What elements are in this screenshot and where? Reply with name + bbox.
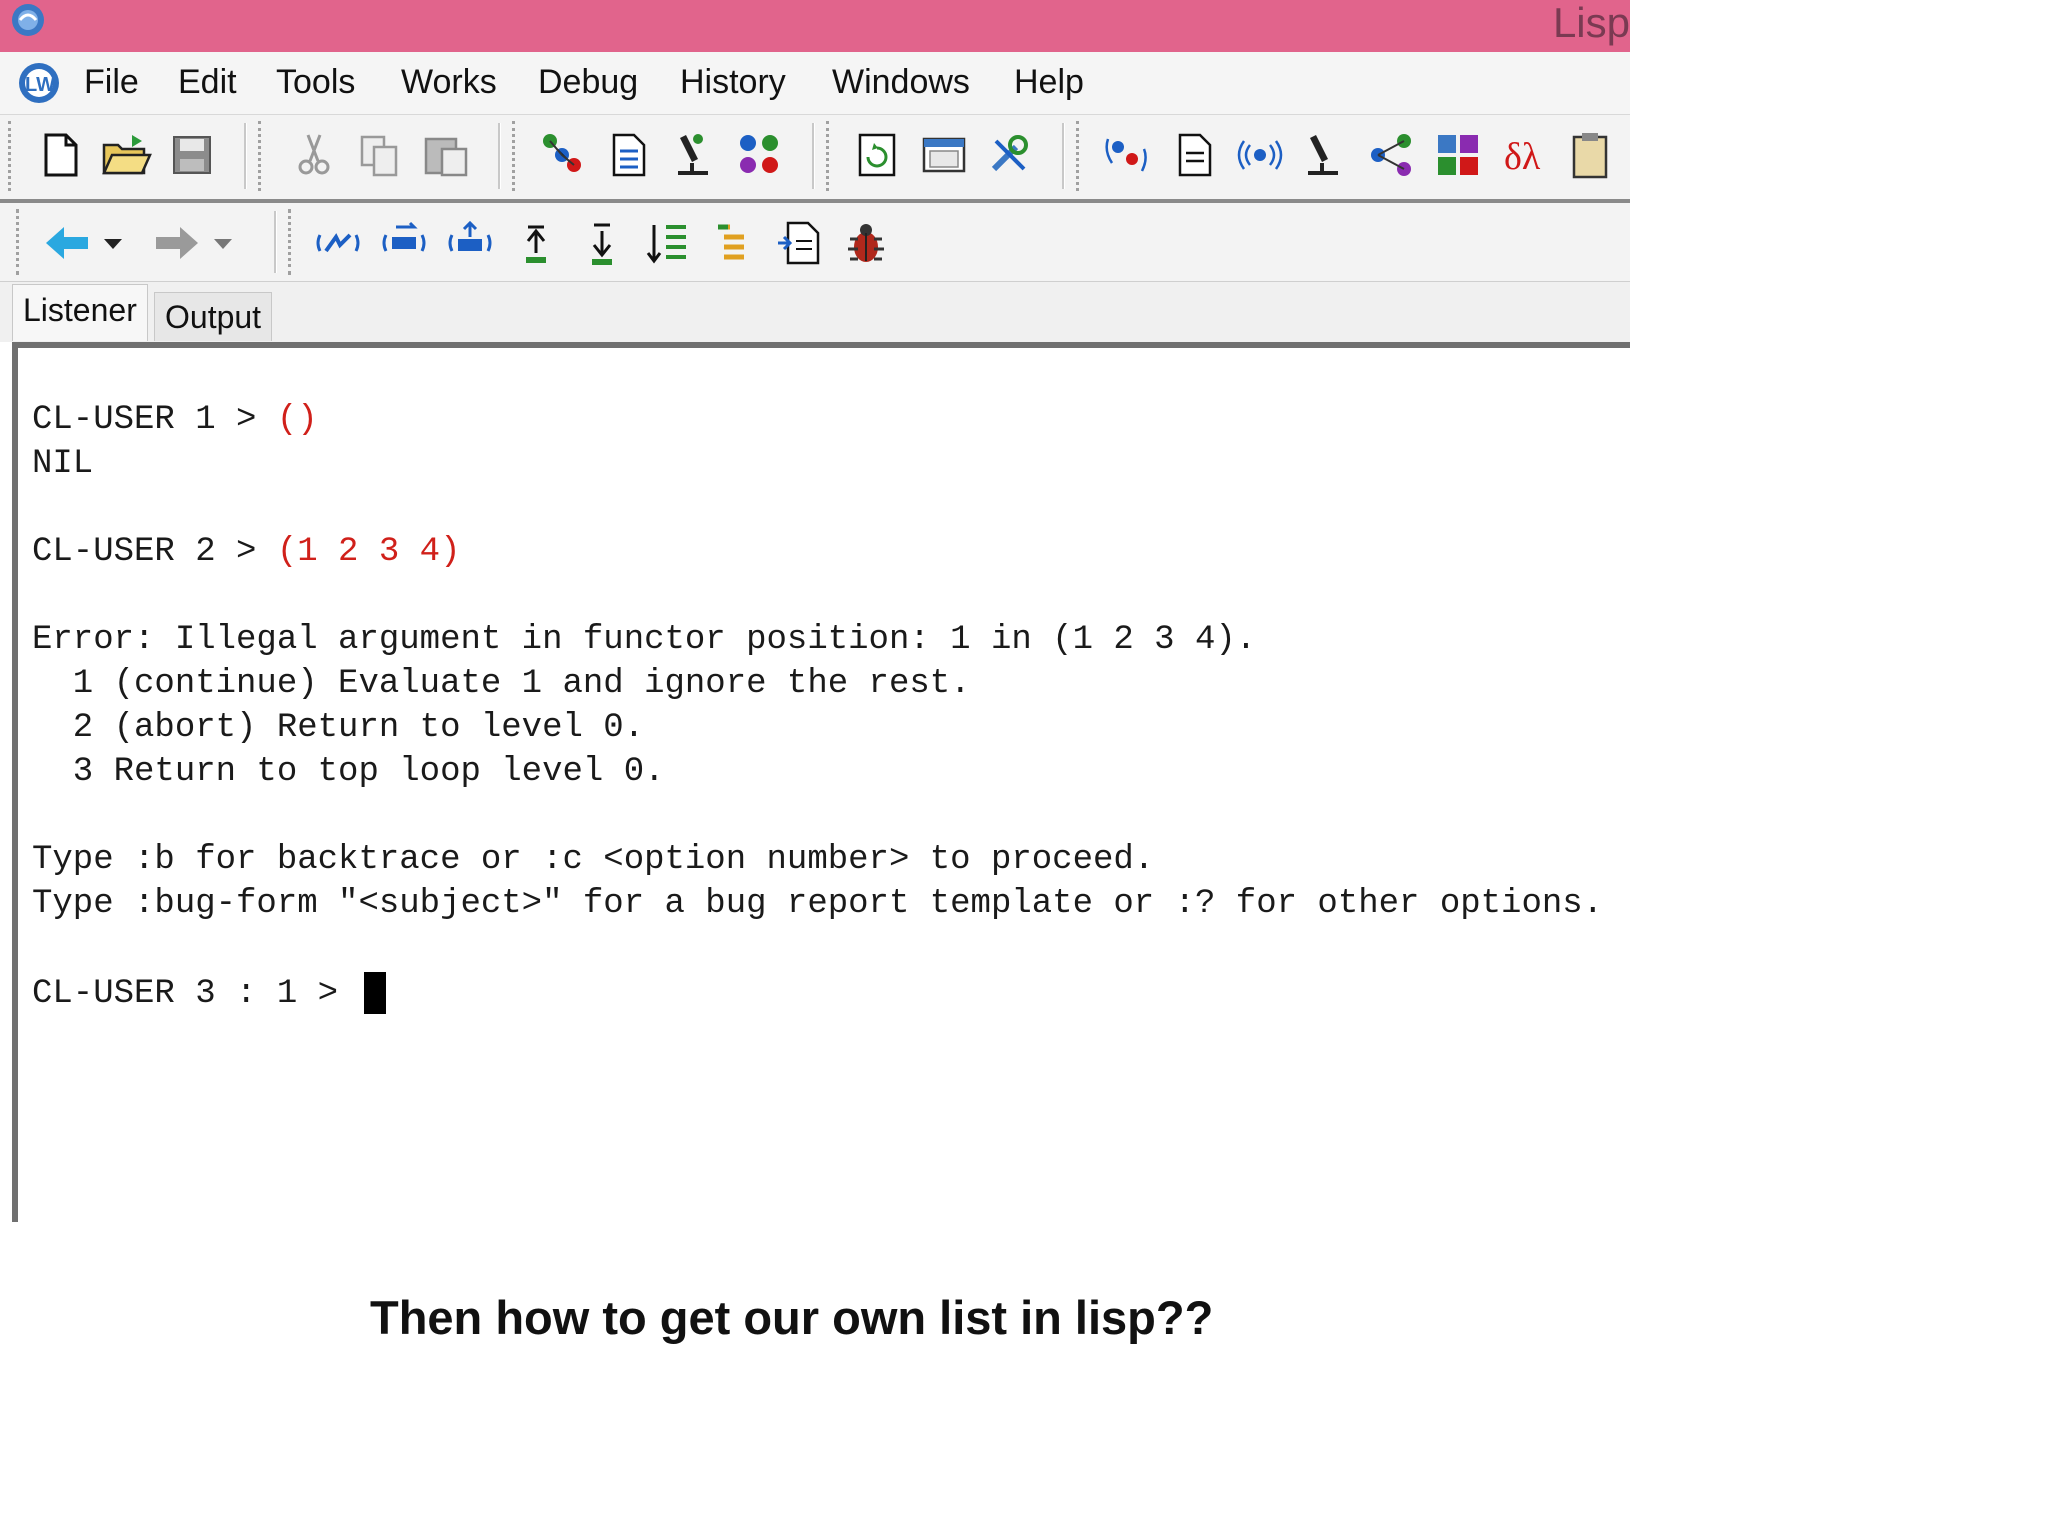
console-restart-option: 2 (abort) Return to level 0. xyxy=(32,709,645,747)
frames-icon[interactable] xyxy=(642,217,694,269)
listener-console[interactable]: CL-USER 1 > () NIL CL-USER 2 > (1 2 3 4)… xyxy=(12,342,1630,1222)
console-input: (1 2 3 4) xyxy=(276,533,461,571)
caption-text: Then how to get our own list in lisp?? xyxy=(370,1291,1214,1344)
svg-text:LW: LW xyxy=(25,74,55,96)
console-prompt: CL-USER 2 > xyxy=(32,533,277,571)
main-toolbar: δλ xyxy=(0,115,1630,203)
symbol-icon[interactable]: δλ xyxy=(1498,129,1550,181)
menu-bar: LW File Edit Tools Works Debug History W… xyxy=(0,52,1630,115)
toolbar-separator xyxy=(274,211,277,273)
menu-history[interactable]: History xyxy=(680,60,786,104)
cut-icon[interactable] xyxy=(288,129,340,181)
toolbar-grip[interactable] xyxy=(512,121,519,191)
inspector-icon[interactable] xyxy=(536,129,588,181)
forward-arrow-icon[interactable] xyxy=(150,217,202,269)
stack-icon[interactable] xyxy=(708,217,760,269)
menu-help[interactable]: Help xyxy=(1014,60,1084,104)
back-dropdown-icon[interactable] xyxy=(98,217,128,269)
toolbar-grip[interactable] xyxy=(826,121,833,191)
console-prompt: CL-USER 1 > xyxy=(32,401,277,439)
toolbar-grip[interactable] xyxy=(288,209,295,275)
grid-icon[interactable] xyxy=(1432,129,1484,181)
console-hint: Type :bug-form "<subject>" for a bug rep… xyxy=(32,885,1604,923)
paste-icon[interactable] xyxy=(420,129,472,181)
window-browser-icon[interactable] xyxy=(918,129,970,181)
console-line: CL-USER 3 : 1 > xyxy=(32,972,387,1014)
restart-icon[interactable] xyxy=(444,217,496,269)
toolbar-separator xyxy=(498,123,501,189)
find-source-icon[interactable] xyxy=(774,217,826,269)
tab-output[interactable]: Output xyxy=(154,292,273,341)
editor-doc-icon[interactable] xyxy=(1168,129,1220,181)
console-result: NIL xyxy=(32,445,94,483)
console-error: Error: Illegal argument in functor posit… xyxy=(32,621,1257,659)
navigation-toolbar xyxy=(0,203,1630,282)
text-cursor[interactable] xyxy=(364,972,387,1014)
menu-tools[interactable]: Tools xyxy=(276,60,355,104)
toolbar-separator xyxy=(812,123,815,189)
back-arrow-icon[interactable] xyxy=(42,217,94,269)
clipboard-icon[interactable] xyxy=(1564,129,1616,181)
lisp-ide-window: Lisp LW File Edit Tools Works Debug Hist… xyxy=(0,0,1630,1222)
continue-icon[interactable] xyxy=(378,217,430,269)
menu-file[interactable]: File xyxy=(84,60,139,104)
console-line: CL-USER 1 > () xyxy=(32,400,318,440)
menu-edit[interactable]: Edit xyxy=(178,60,237,104)
menu-works[interactable]: Works xyxy=(401,60,497,104)
console-line: CL-USER 2 > (1 2 3 4) xyxy=(32,532,460,572)
toolbar-separator xyxy=(1062,123,1065,189)
toolbar-grip[interactable] xyxy=(1076,121,1083,191)
new-file-icon[interactable] xyxy=(34,129,86,181)
svg-text:δλ: δλ xyxy=(1504,136,1541,178)
profiler-icon[interactable] xyxy=(1300,129,1352,181)
up-frame-icon[interactable] xyxy=(510,217,562,269)
window-title: Lisp xyxy=(1552,0,1630,46)
app-logo-icon xyxy=(12,4,44,36)
console-restart-option: 1 (continue) Evaluate 1 and ignore the r… xyxy=(32,665,971,703)
forward-dropdown-icon[interactable] xyxy=(208,217,238,269)
console-hint: Type :b for backtrace or :c <option numb… xyxy=(32,841,1155,879)
down-frame-icon[interactable] xyxy=(576,217,628,269)
bug-icon[interactable] xyxy=(840,217,892,269)
microscope-icon[interactable] xyxy=(668,129,720,181)
tab-strip: Listener Output xyxy=(0,282,1630,342)
title-bar: Lisp xyxy=(0,0,1630,52)
toolbar-separator xyxy=(244,123,247,189)
menu-windows[interactable]: Windows xyxy=(832,60,970,104)
console-prompt: CL-USER 3 : 1 > xyxy=(32,974,359,1013)
console-restart-option: 3 Return to top loop level 0. xyxy=(32,753,665,791)
refresh-window-icon[interactable] xyxy=(852,129,904,181)
tools-icon[interactable] xyxy=(984,129,1036,181)
toolbar-grip[interactable] xyxy=(8,121,15,191)
toolbar-grip[interactable] xyxy=(16,209,23,275)
graph-icon[interactable] xyxy=(1366,129,1418,181)
radio-icon[interactable] xyxy=(1234,129,1286,181)
tab-listener[interactable]: Listener xyxy=(12,284,148,341)
open-folder-icon[interactable] xyxy=(100,129,152,181)
tracer-icon[interactable] xyxy=(1102,129,1154,181)
listener-doc-icon[interactable] xyxy=(602,129,654,181)
menu-debug[interactable]: Debug xyxy=(538,60,638,104)
class-browser-icon[interactable] xyxy=(734,129,786,181)
save-icon[interactable] xyxy=(166,129,218,181)
copy-icon[interactable] xyxy=(354,129,406,181)
console-input: () xyxy=(276,401,318,439)
lispworks-logo-icon[interactable]: LW xyxy=(14,59,64,107)
abort-icon[interactable] xyxy=(312,217,364,269)
toolbar-grip[interactable] xyxy=(258,121,265,191)
